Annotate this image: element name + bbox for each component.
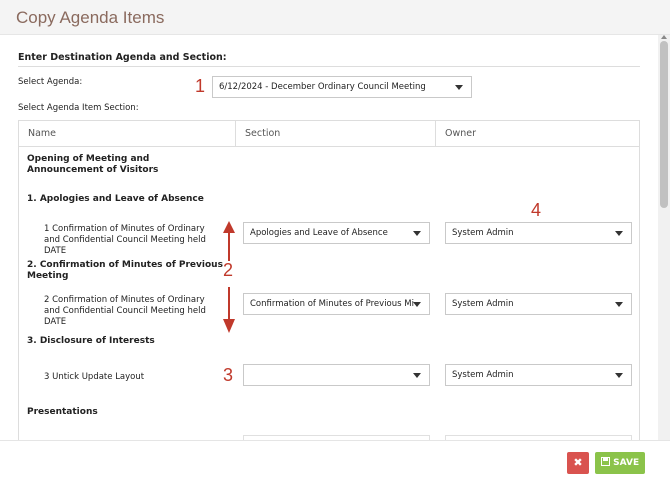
item-owner-select[interactable]: System Admin bbox=[445, 222, 632, 244]
item-owner-value: System Admin bbox=[452, 228, 514, 238]
chevron-down-icon bbox=[413, 302, 421, 307]
chevron-down-icon bbox=[615, 373, 623, 378]
column-header-name: Name bbox=[19, 121, 236, 147]
item-owner-value: System Admin bbox=[452, 370, 514, 380]
chevron-down-icon bbox=[413, 231, 421, 236]
item-owner-select[interactable]: System Admin bbox=[445, 364, 632, 386]
item-section-select[interactable]: Apologies and Leave of Absence bbox=[243, 222, 430, 244]
annotation-2: 2 bbox=[223, 260, 234, 280]
agenda-select-value: 6/12/2024 - December Ordinary Council Me… bbox=[219, 82, 426, 92]
item-section-value: Apologies and Leave of Absence bbox=[250, 228, 388, 238]
annotation-1: 1 bbox=[195, 76, 206, 96]
group-row: Opening of Meeting and Announcement of V… bbox=[27, 154, 159, 175]
item-name: 1 Confirmation of Minutes of Ordinary an… bbox=[44, 224, 206, 256]
arrow-up-icon bbox=[223, 221, 235, 261]
agenda-select[interactable]: 6/12/2024 - December Ordinary Council Me… bbox=[212, 76, 472, 98]
group-row: 1. Apologies and Leave of Absence bbox=[27, 194, 204, 204]
item-owner-select[interactable]: System Admin bbox=[445, 293, 632, 315]
column-header-owner: Owner bbox=[436, 121, 639, 147]
dialog-body: Enter Destination Agenda and Section: Se… bbox=[0, 35, 658, 440]
item-name: 2 Confirmation of Minutes of Ordinary an… bbox=[44, 295, 206, 327]
chevron-down-icon bbox=[413, 373, 421, 378]
item-name: 3 Untick Update Layout bbox=[44, 372, 145, 382]
save-label: SAVE bbox=[613, 458, 640, 468]
scrollbar[interactable] bbox=[658, 35, 670, 440]
dialog-header: Copy Agenda Items bbox=[0, 0, 670, 35]
group-row: 2. Confirmation of Minutes of Previous M… bbox=[27, 260, 223, 281]
column-header-section: Section bbox=[236, 121, 436, 147]
scroll-up-icon[interactable] bbox=[661, 35, 667, 39]
arrow-down-icon bbox=[223, 287, 235, 333]
chevron-down-icon bbox=[615, 302, 623, 307]
select-section-label: Select Agenda Item Section: bbox=[18, 103, 139, 113]
floppy-disk-icon bbox=[601, 457, 610, 466]
annotation-4: 4 bbox=[531, 200, 542, 220]
annotation-3: 3 bbox=[223, 365, 234, 385]
item-section-select[interactable] bbox=[243, 364, 430, 386]
section-title: Enter Destination Agenda and Section: bbox=[18, 52, 227, 63]
dialog-footer: ✖ SAVE bbox=[0, 440, 670, 484]
chevron-down-icon bbox=[615, 231, 623, 236]
divider bbox=[18, 66, 640, 67]
select-agenda-label: Select Agenda: bbox=[18, 77, 83, 87]
scroll-thumb[interactable] bbox=[660, 41, 668, 208]
save-button[interactable]: SAVE bbox=[595, 452, 645, 474]
group-row: Presentations bbox=[27, 407, 98, 417]
dialog-title: Copy Agenda Items bbox=[16, 8, 165, 27]
chevron-down-icon bbox=[455, 85, 463, 90]
group-row: 3. Disclosure of Interests bbox=[27, 336, 155, 346]
close-icon: ✖ bbox=[573, 456, 583, 469]
item-section-select[interactable]: Confirmation of Minutes of Previous Mi bbox=[243, 293, 430, 315]
cancel-button[interactable]: ✖ bbox=[567, 452, 589, 474]
item-section-value: Confirmation of Minutes of Previous Mi bbox=[250, 299, 414, 309]
agenda-items-table: Name Section Owner Opening of Meeting an… bbox=[18, 120, 640, 440]
item-owner-value: System Admin bbox=[452, 299, 514, 309]
